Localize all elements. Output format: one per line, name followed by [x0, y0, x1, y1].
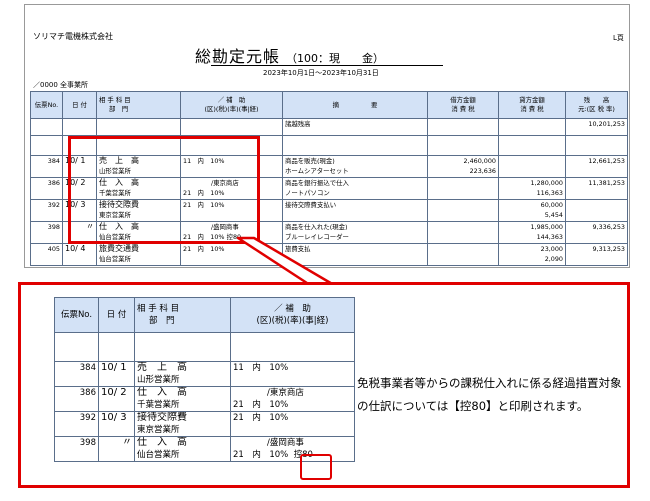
- tax-rate: 21 内 10%: [233, 450, 289, 460]
- header-aux-line2: (区)(税)(率)(事|経): [256, 316, 329, 326]
- voucher-no: 398: [54, 436, 99, 462]
- entry-date: 〃: [98, 436, 135, 462]
- account-cell: 売 上 高山形営業所: [134, 361, 231, 387]
- tax-info: 11 内 10%: [233, 363, 289, 373]
- table-row: 386 10/ 2 仕 入 高千葉営業所 /東京商店 21 内 10%: [54, 386, 355, 412]
- header-aux: ／ 補 助 (区)(税)(率)(事|経): [230, 297, 355, 333]
- account-cell: 仕 入 高仙台営業所: [134, 436, 231, 462]
- entry-date: 10/ 3: [98, 411, 135, 437]
- tax-info: 21 内 10% 控80: [233, 449, 352, 461]
- aux-cell: 21 内 10%: [230, 411, 355, 437]
- aux-cell: 11 内 10%: [230, 361, 355, 387]
- account-cell: 仕 入 高千葉営業所: [134, 386, 231, 412]
- blank-row: [54, 332, 355, 362]
- department-name: 千葉営業所: [137, 400, 180, 410]
- control-code-highlight: [300, 454, 332, 480]
- aux-cell: /盛岡商事 21 内 10% 控80: [230, 436, 355, 462]
- account-cell: 接待交際費 東京営業所: [134, 411, 231, 437]
- header-account: 相 手 科 目部 門: [134, 297, 231, 333]
- entry-date: 10/ 2: [98, 386, 135, 412]
- department-name: 仙台営業所: [137, 450, 180, 460]
- account-title: 仕 入 高: [137, 437, 187, 449]
- table-row: 392 10/ 3 接待交際費 東京営業所 21 内 10%: [54, 411, 355, 437]
- header-voucher: 伝票No.: [54, 297, 99, 333]
- header-account-line2: 部 門: [149, 316, 175, 326]
- zoom-header-row: 伝票No. 日 付 相 手 科 目部 門 ／ 補 助 (区)(税)(率)(事|経): [54, 297, 355, 333]
- department-name: 山形営業所: [137, 375, 180, 385]
- explanation-note: 免税事業者等からの課税仕入れに係る経過措置対象の仕訳については【控80】と印刷さ…: [357, 376, 622, 413]
- voucher-no: 392: [54, 411, 99, 437]
- voucher-no: 384: [54, 361, 99, 387]
- aux-name: /東京商店: [267, 388, 304, 398]
- account-title: 接待交際費: [137, 412, 187, 424]
- aux-cell: /東京商店 21 内 10%: [230, 386, 355, 412]
- header-aux-line1: ／ 補 助: [274, 304, 311, 314]
- tax-info: 21 内 10%: [233, 413, 289, 423]
- entry-date: 10/ 1: [98, 361, 135, 387]
- table-row: 384 10/ 1 売 上 高山形営業所 11 内 10%: [54, 361, 355, 387]
- account-title: 仕 入 高: [137, 387, 187, 399]
- account-title: 売 上 高: [137, 362, 187, 374]
- aux-name: /盛岡商事: [267, 438, 304, 448]
- voucher-no: 386: [54, 386, 99, 412]
- header-account-line1: 相 手 科 目: [137, 304, 180, 314]
- department-name: 東京営業所: [137, 425, 180, 435]
- zoom-table: 伝票No. 日 付 相 手 科 目部 門 ／ 補 助 (区)(税)(率)(事|経)…: [54, 297, 355, 462]
- tax-info: 21 内 10%: [233, 400, 289, 410]
- header-date: 日 付: [98, 297, 135, 333]
